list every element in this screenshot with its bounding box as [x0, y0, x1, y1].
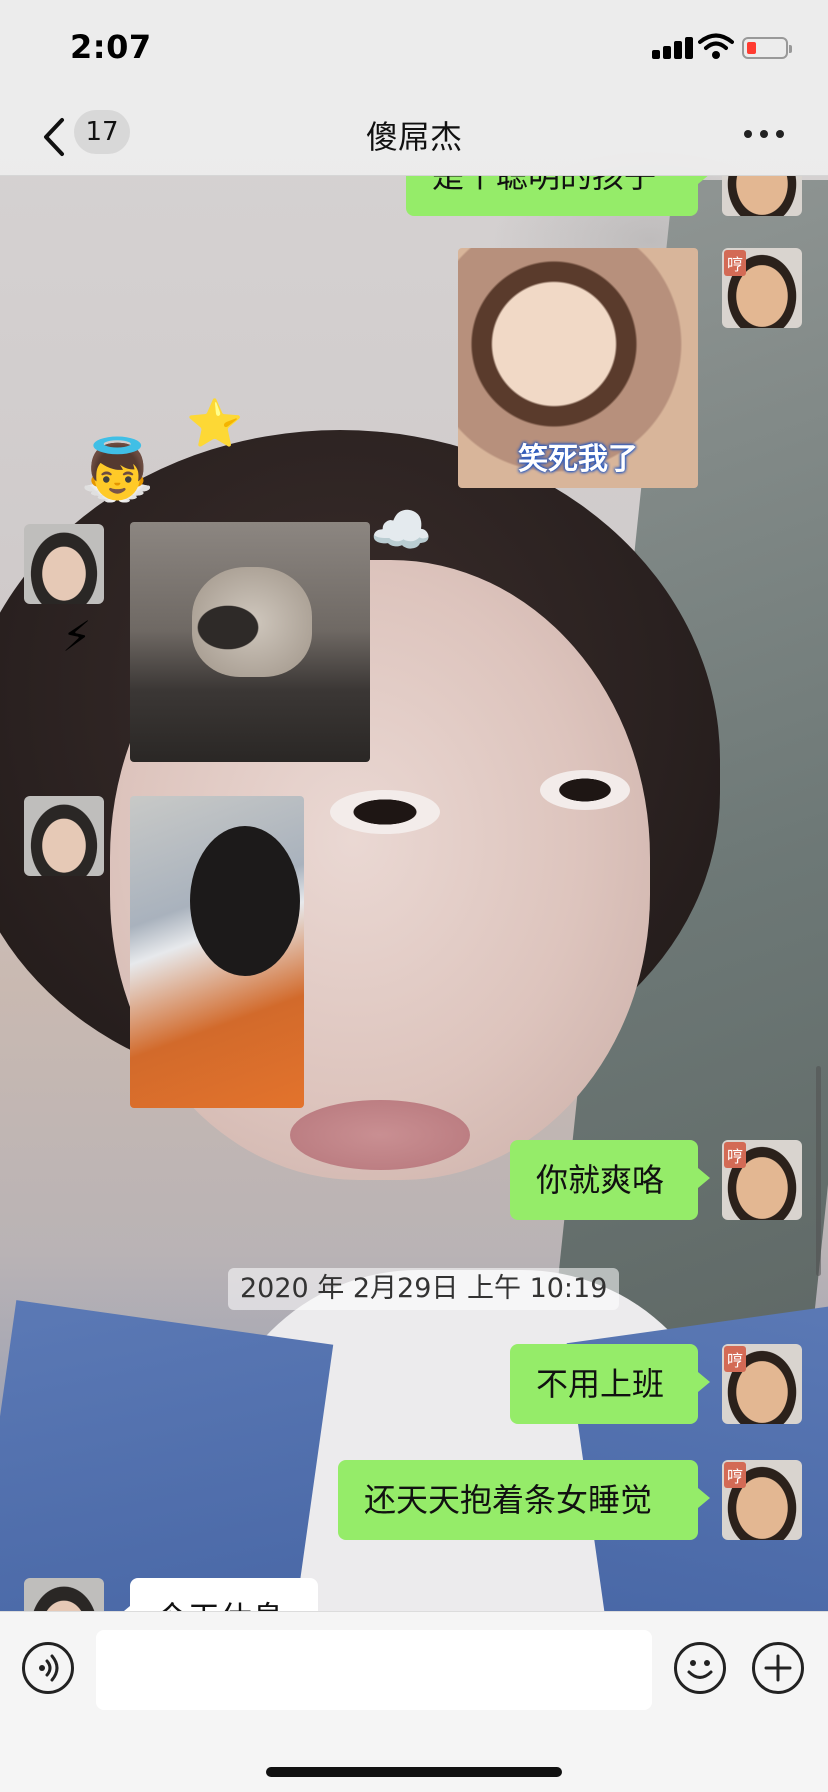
chat-header: 17 傻屌杰 [0, 96, 828, 176]
more-icon[interactable] [744, 130, 784, 140]
scrollbar[interactable] [816, 1066, 821, 1276]
sent-image-baby[interactable]: 笑死我了 [458, 248, 698, 488]
my-avatar[interactable]: 哼 [722, 176, 802, 216]
my-avatar[interactable]: 哼 [722, 248, 802, 328]
voice-icon[interactable] [22, 1642, 74, 1694]
message-input[interactable] [96, 1630, 652, 1710]
plus-icon[interactable] [752, 1642, 804, 1694]
input-bar [0, 1611, 828, 1792]
my-avatar[interactable]: 哼 [722, 1140, 802, 1220]
contact-avatar[interactable] [24, 524, 104, 604]
image-caption: 笑死我了 [518, 442, 638, 477]
my-avatar[interactable]: 哼 [722, 1460, 802, 1540]
battery-icon [742, 37, 792, 59]
timestamp-divider: 2020 年 2月29日 上午 10:19 [228, 1268, 620, 1310]
message-bubble-received[interactable]: 今天休息 [118, 1578, 318, 1611]
contact-avatar[interactable] [24, 796, 104, 876]
message-bubble-sent[interactable]: 是个聪明的孩子 [406, 176, 710, 216]
message-bubble-sent[interactable]: 还天天抱着条女睡觉 [338, 1460, 710, 1540]
received-image-cat[interactable] [130, 522, 370, 762]
chat-title: 傻屌杰 [365, 118, 462, 156]
home-indicator[interactable] [266, 1767, 562, 1777]
emoji-icon[interactable] [674, 1642, 726, 1694]
message-bubble-sent[interactable]: 不用上班 [510, 1344, 710, 1424]
received-image-room[interactable] [130, 796, 304, 1108]
signal-icon [652, 35, 702, 59]
status-bar: 2:07 [0, 0, 828, 96]
contact-avatar[interactable] [24, 1578, 104, 1611]
my-avatar[interactable]: 哼 [722, 1344, 802, 1424]
message-bubble-sent[interactable]: 你就爽咯 [510, 1140, 710, 1220]
message-list[interactable]: 是个聪明的孩子 哼 笑死我了 哼 你就爽咯 哼 2020 年 2月29日 上午 … [0, 176, 828, 1611]
status-time: 2:07 [70, 28, 152, 66]
wifi-icon [698, 33, 734, 59]
